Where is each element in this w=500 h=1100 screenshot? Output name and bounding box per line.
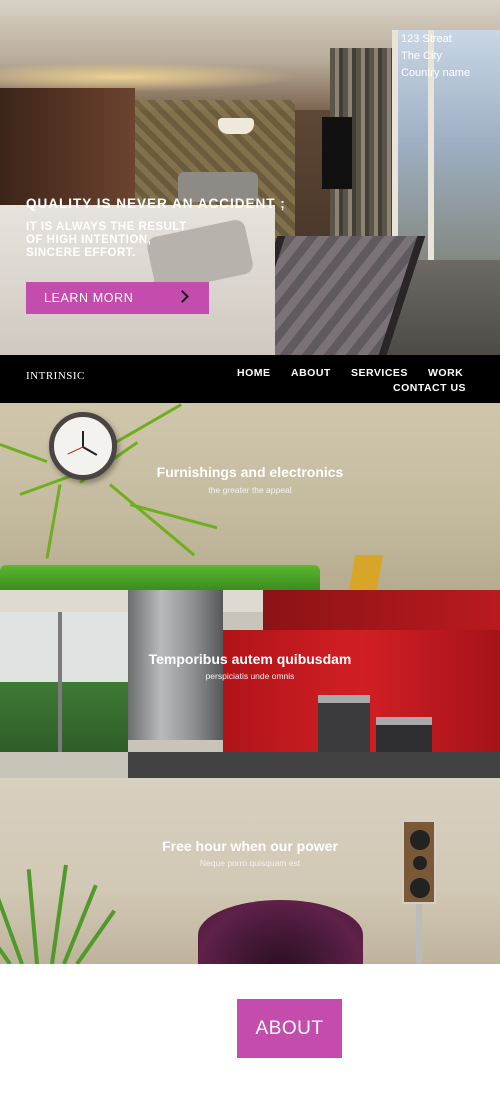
about-button[interactable]: ABOUT [237, 999, 342, 1058]
tree-branch [111, 403, 183, 446]
plant-leaf [62, 884, 98, 964]
chevron-right-icon [176, 290, 189, 303]
feature-panel-furnishings: Furnishings and electronics the greater … [0, 403, 500, 590]
hero-subtitle-line: OF HIGH INTENTION, [26, 234, 152, 246]
address-line: Country name [401, 67, 471, 79]
feature-panel-kitchen: Temporibus autem quibusdam perspiciatis … [0, 590, 500, 778]
kitchen-upper-cabinets [263, 590, 500, 630]
panel-title: Furnishings and electronics [156, 464, 344, 480]
hero-subtitle-line: IT IS ALWAYS THE RESULT [26, 221, 187, 233]
clock-hand [67, 446, 85, 455]
hero-section: 123 Streat The City Country name QUALITY… [0, 0, 500, 355]
learn-more-label: LEARN MORN [44, 291, 134, 305]
plant-leaf [50, 864, 68, 964]
panel-subtitle: the greater the appeal [208, 485, 292, 495]
hero-title: QUALITY IS NEVER AN ACCIDENT ; [26, 196, 286, 211]
address-block: 123 Streat The City Country name [401, 31, 470, 82]
nav-item-work[interactable]: WORK [428, 367, 463, 379]
tree-branch [129, 503, 218, 530]
clock-hand [82, 446, 98, 456]
panel-title: Temporibus autem quibusdam [148, 651, 352, 667]
speaker-stand [416, 904, 422, 964]
kitchen-counter [128, 752, 500, 778]
address-line: The City [401, 50, 442, 62]
hero-tv [322, 117, 352, 189]
kitchen-window [0, 612, 128, 752]
yellow-chair [348, 555, 384, 590]
nav-item-about[interactable]: ABOUT [291, 367, 331, 379]
about-section: ABOUT [0, 964, 500, 1100]
nav-item-home[interactable]: HOME [237, 367, 271, 379]
panel-title: Free hour when our power [162, 838, 338, 854]
hero-subtitle: IT IS ALWAYS THE RESULT OF HIGH INTENTIO… [26, 221, 187, 260]
learn-more-button[interactable]: LEARN MORN [26, 282, 209, 314]
nav-item-contact-us[interactable]: CONTACT US [393, 382, 466, 394]
speaker-cone [410, 878, 430, 898]
hero-lamp [218, 118, 254, 134]
panel-subtitle: perspiciatis unde omnis [205, 671, 295, 681]
purple-chair [198, 900, 363, 964]
green-sofa [0, 565, 320, 590]
nav-item-services[interactable]: SERVICES [351, 367, 408, 379]
hero-subtitle-line: SINCERE EFFORT. [26, 247, 136, 259]
panel-subtitle: Neque porro quisquam est [199, 858, 301, 868]
plant-leaf [26, 869, 39, 964]
tree-branch [45, 484, 62, 559]
tree-branch [0, 443, 48, 464]
feature-panel-lounge: Free hour when our power Neque porro qui… [0, 778, 500, 964]
main-navbar: INTRINSIC HOME ABOUT SERVICES WORK CONTA… [0, 355, 500, 403]
address-line: 123 Streat [401, 33, 452, 45]
brand-logo[interactable]: INTRINSIC [26, 370, 85, 382]
